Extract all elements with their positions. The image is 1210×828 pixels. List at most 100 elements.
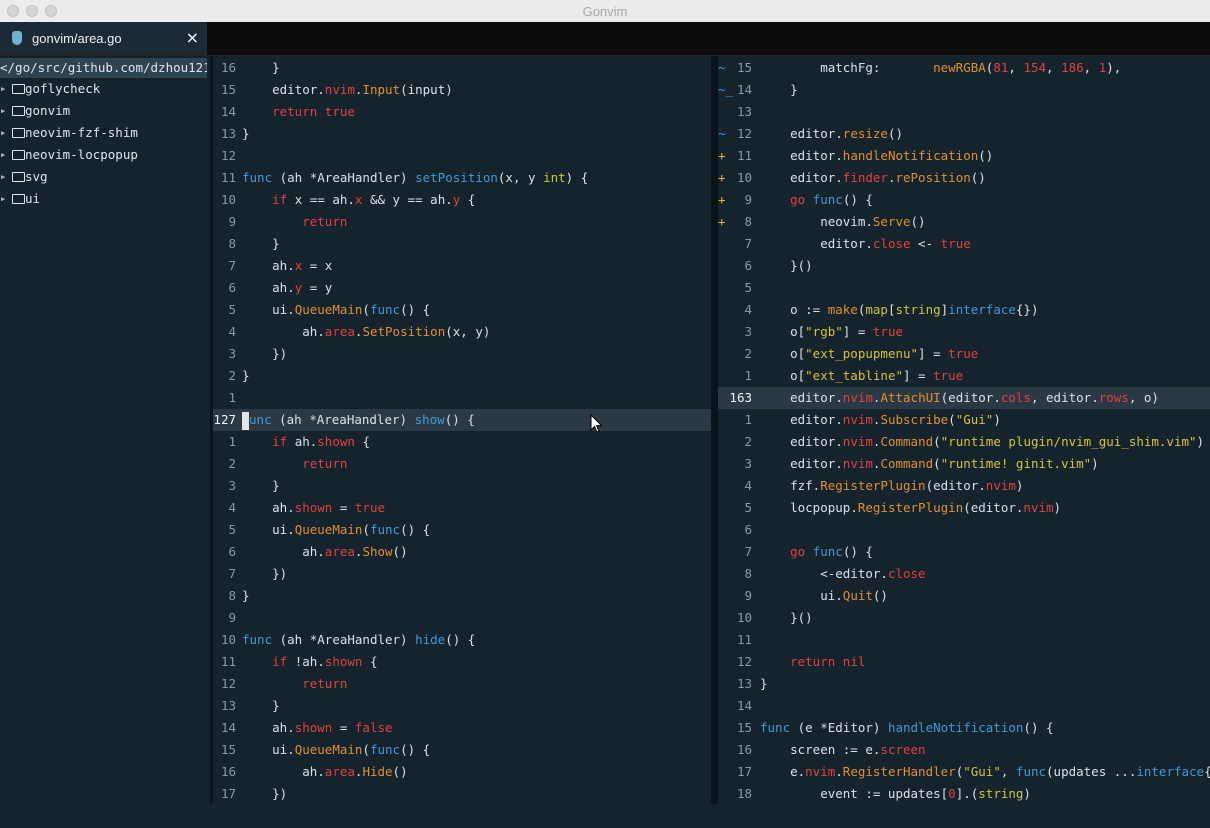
- code-line[interactable]: 2 editor.nvim.Command("runtime plugin/nv…: [718, 431, 1210, 453]
- expand-arrow-icon[interactable]: ▶: [1, 122, 5, 144]
- code-line[interactable]: 6 }(): [718, 255, 1210, 277]
- code-line[interactable]: 16 ah.area.Hide(): [213, 761, 711, 783]
- code-line[interactable]: +11 editor.handleNotification(): [718, 145, 1210, 167]
- filetree-item-gonvim[interactable]: ▶ gonvim: [0, 100, 207, 122]
- expand-arrow-icon[interactable]: ▶: [1, 166, 5, 188]
- code-token: = y: [302, 280, 333, 295]
- code-line[interactable]: 12: [213, 145, 711, 167]
- code-line[interactable]: 8 }: [213, 233, 711, 255]
- code-line[interactable]: 9 return: [213, 211, 711, 233]
- code-line[interactable]: 9: [213, 607, 711, 629]
- expand-arrow-icon[interactable]: ▶: [1, 78, 5, 100]
- code-line[interactable]: 1: [213, 387, 711, 409]
- current-code-line[interactable]: 163 editor.nvim.AttachUI(editor.cols, ed…: [718, 387, 1210, 409]
- code-line[interactable]: 7 editor.close <- true: [718, 233, 1210, 255]
- code-line[interactable]: 6: [718, 519, 1210, 541]
- code-token: 186: [1061, 60, 1084, 75]
- code-line[interactable]: 13 }: [213, 695, 711, 717]
- code-line[interactable]: 2 return: [213, 453, 711, 475]
- code-line[interactable]: 4 o := make(map[string]interface{}): [718, 299, 1210, 321]
- code-token: }: [242, 368, 250, 383]
- code-line[interactable]: 15 ui.QueueMain(func() {: [213, 739, 711, 761]
- code-line[interactable]: 5 ui.QueueMain(func() {: [213, 519, 711, 541]
- code-line[interactable]: 1 if ah.shown {: [213, 431, 711, 453]
- code-line[interactable]: 7 }): [213, 563, 711, 585]
- code-text: go func() {: [760, 541, 873, 563]
- code-line[interactable]: 14: [718, 695, 1210, 717]
- code-line[interactable]: 11 func (ah *AreaHandler) setPosition(x, …: [213, 167, 711, 189]
- filetree-item-svg[interactable]: ▶ svg: [0, 166, 207, 188]
- close-icon[interactable]: ×: [186, 28, 199, 47]
- code-token: () {: [444, 412, 475, 427]
- code-line[interactable]: 14 ah.shown = false: [213, 717, 711, 739]
- code-line[interactable]: 9 ui.Quit(): [718, 585, 1210, 607]
- filetree-item-label: svg: [25, 169, 48, 184]
- pane-split-divider[interactable]: [711, 56, 718, 804]
- code-line[interactable]: 10 func (ah *AreaHandler) hide() {: [213, 629, 711, 651]
- code-line[interactable]: 10 }(): [718, 607, 1210, 629]
- code-line[interactable]: 17 }): [213, 783, 711, 805]
- code-line[interactable]: +8 neovim.Serve(): [718, 211, 1210, 233]
- code-line[interactable]: 5: [718, 277, 1210, 299]
- code-line[interactable]: 12 return nil: [718, 651, 1210, 673]
- code-line[interactable]: 13: [718, 101, 1210, 123]
- filetree-item-neovim-fzf-shim[interactable]: ▶ neovim-fzf-shim: [0, 122, 207, 144]
- filetree-item-neovim-locpopup[interactable]: ▶ neovim-locpopup: [0, 144, 207, 166]
- code-line[interactable]: 6 ah.y = y: [213, 277, 711, 299]
- code-line[interactable]: 16 }: [213, 57, 711, 79]
- current-directory-path[interactable]: </go/src/github.com/dzhou121: [0, 58, 207, 78]
- code-line[interactable]: 2}: [213, 365, 711, 387]
- expand-arrow-icon[interactable]: ▶: [1, 188, 5, 210]
- code-line[interactable]: 8}: [213, 585, 711, 607]
- expand-arrow-icon[interactable]: ▶: [1, 144, 5, 166]
- code-line[interactable]: 7 ah.x = x: [213, 255, 711, 277]
- filetree-item-goflycheck[interactable]: ▶ goflycheck: [0, 78, 207, 100]
- code-line[interactable]: 5 ui.QueueMain(func() {: [213, 299, 711, 321]
- code-line[interactable]: 4 fzf.RegisterPlugin(editor.nvim): [718, 475, 1210, 497]
- code-line[interactable]: +10 editor.finder.rePosition(): [718, 167, 1210, 189]
- code-line[interactable]: 15 func (e *Editor) handleNotification() …: [718, 717, 1210, 739]
- expand-arrow-icon[interactable]: ▶: [1, 100, 5, 122]
- code-line[interactable]: 2 o["ext_popupmenu"] = true: [718, 343, 1210, 365]
- code-line[interactable]: 4 ah.shown = true: [213, 497, 711, 519]
- code-line[interactable]: 13}: [718, 673, 1210, 695]
- filetree-item-ui[interactable]: ▶ ui: [0, 188, 207, 210]
- code-line[interactable]: 11: [718, 629, 1210, 651]
- code-token: interface: [948, 302, 1016, 317]
- code-token: }: [242, 698, 280, 713]
- code-line[interactable]: 1 editor.nvim.Subscribe("Gui"): [718, 409, 1210, 431]
- current-code-line[interactable]: 127 unc (ah *AreaHandler) show() {: [213, 409, 711, 431]
- code-line[interactable]: 10 if x == ah.x && y == ah.y {: [213, 189, 711, 211]
- code-line[interactable]: ~15 matchFg: newRGBA(81, 154, 186, 1),: [718, 57, 1210, 79]
- code-token: 154: [1023, 60, 1047, 75]
- editor-pane-right[interactable]: ~15 matchFg: newRGBA(81, 154, 186, 1), ~_…: [718, 56, 1210, 806]
- code-token: func: [369, 522, 401, 537]
- code-line[interactable]: 8 <-editor.close: [718, 563, 1210, 585]
- code-line[interactable]: 18 event := updates[0].(string): [718, 783, 1210, 805]
- code-line[interactable]: 3 }: [213, 475, 711, 497]
- code-line[interactable]: 6 ah.area.Show(): [213, 541, 711, 563]
- editor-pane-left[interactable]: 16 } 15 editor.nvim.Input(input) 14 return…: [213, 56, 711, 806]
- code-line[interactable]: 15 editor.nvim.Input(input): [213, 79, 711, 101]
- code-line[interactable]: 3 }): [213, 343, 711, 365]
- code-line[interactable]: 5 locpopup.RegisterPlugin(editor.nvim): [718, 497, 1210, 519]
- code-line[interactable]: 3 editor.nvim.Command("runtime! ginit.vi…: [718, 453, 1210, 475]
- tab-area-go[interactable]: gonvim/area.go ×: [0, 22, 207, 55]
- code-line[interactable]: ~_ 14 }: [718, 79, 1210, 101]
- code-line[interactable]: 17 e.nvim.RegisterHandler("Gui", func(up…: [718, 761, 1210, 783]
- code-line[interactable]: 14 return true: [213, 101, 711, 123]
- code-token: () {: [400, 302, 431, 317]
- code-line[interactable]: 12 return: [213, 673, 711, 695]
- code-line[interactable]: 3 o["rgb"] = true: [718, 321, 1210, 343]
- code-line[interactable]: ~12 editor.resize(): [718, 123, 1210, 145]
- code-line[interactable]: 11 if !ah.shown {: [213, 651, 711, 673]
- code-line[interactable]: 16 screen := e.screen: [718, 739, 1210, 761]
- code-line[interactable]: 1 o["ext_tabline"] = true: [718, 365, 1210, 387]
- line-number: 9: [228, 610, 236, 625]
- code-line[interactable]: 7 go func() {: [718, 541, 1210, 563]
- code-line[interactable]: 4 ah.area.SetPosition(x, y): [213, 321, 711, 343]
- code-line[interactable]: +9 go func() {: [718, 189, 1210, 211]
- code-line[interactable]: 13}: [213, 123, 711, 145]
